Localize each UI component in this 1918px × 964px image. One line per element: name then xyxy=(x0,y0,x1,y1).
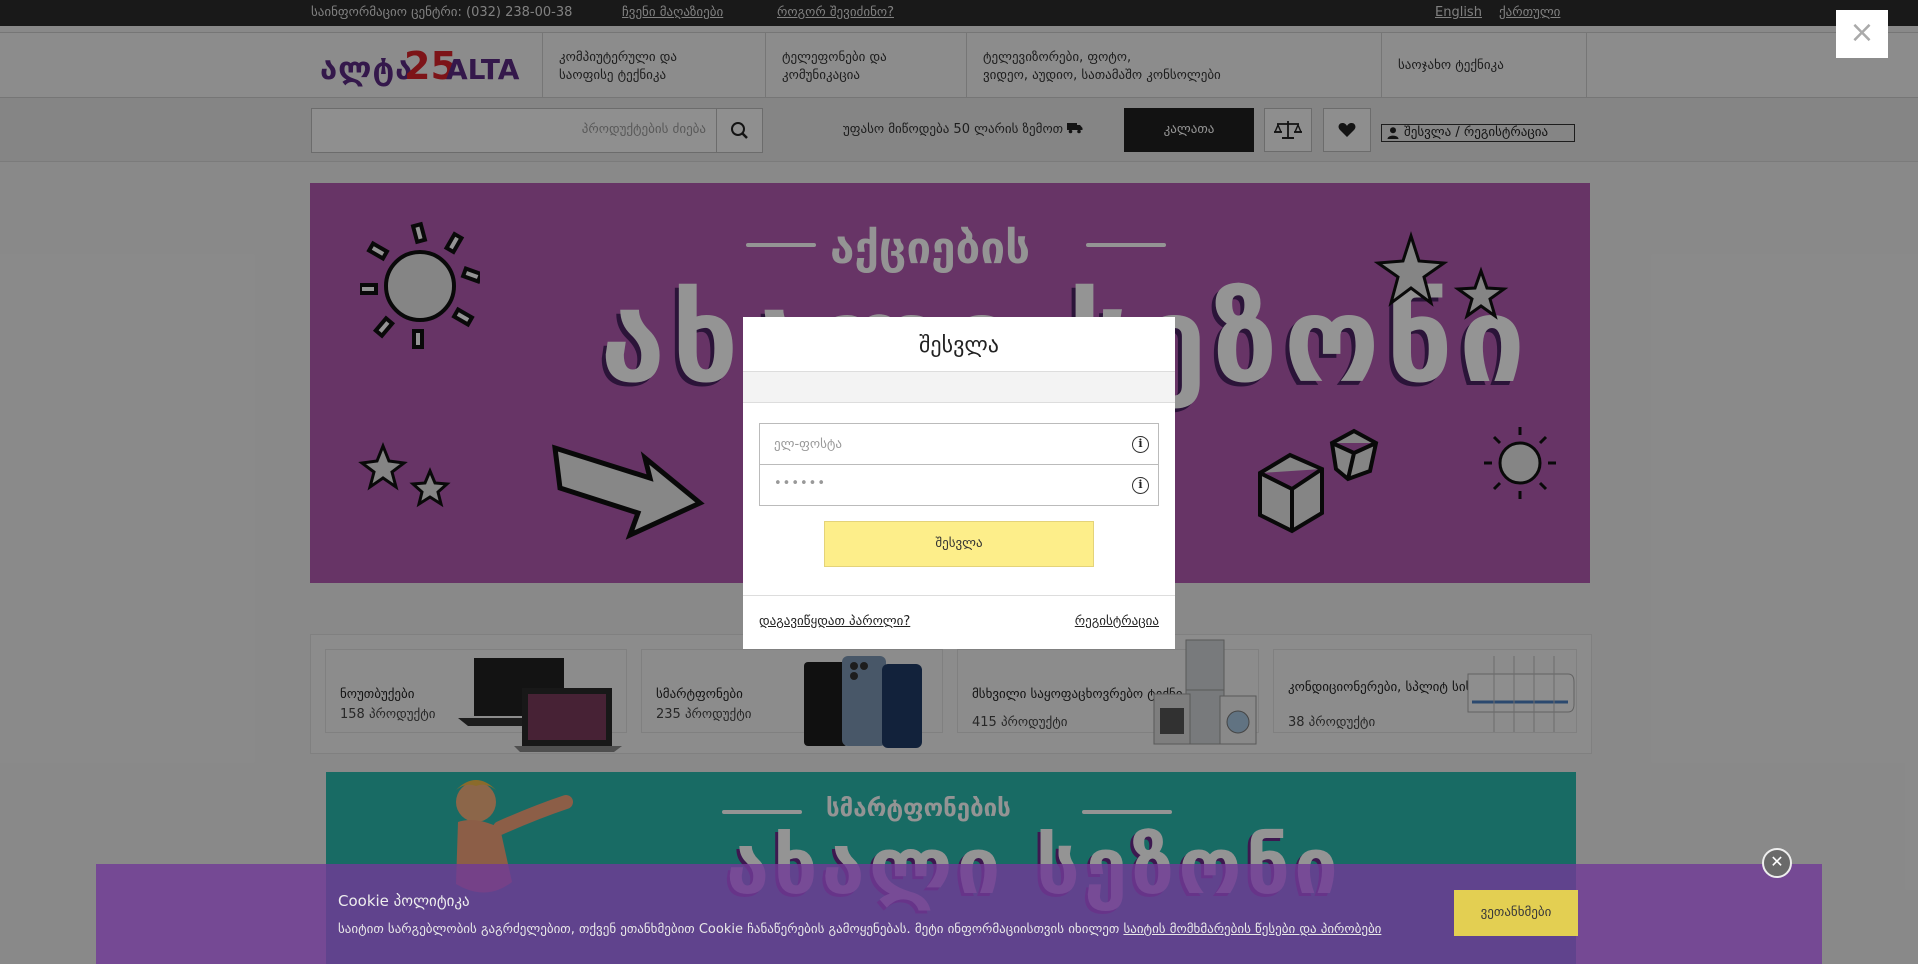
register-link[interactable]: რეგისტრაცია xyxy=(1075,614,1159,629)
cookie-close-button[interactable]: ✕ xyxy=(1762,848,1792,878)
login-modal-title: შესვლა xyxy=(919,333,999,358)
close-icon: × xyxy=(1849,15,1875,50)
login-modal: შესვლა ელ-ფოსტა i •••••• i შესვლა დაგავი… xyxy=(743,317,1175,649)
password-field[interactable]: •••••• i xyxy=(759,464,1159,506)
cookie-consent-bar: Cookie პოლიტიკა საიტით სარგებლობის გაგრძ… xyxy=(96,848,1822,964)
cookie-accept-button[interactable]: ვეთანხმები xyxy=(1454,890,1578,936)
forgot-password-link[interactable]: დაგავიწყდათ პაროლი? xyxy=(759,614,910,629)
close-icon: ✕ xyxy=(1770,852,1784,871)
email-info-icon[interactable]: i xyxy=(1132,436,1149,453)
cookie-text: საიტით სარგებლობის გაგრძელებით, თქვენ ეთ… xyxy=(338,922,1381,937)
password-info-icon[interactable]: i xyxy=(1132,477,1149,494)
close-modal-button[interactable]: × xyxy=(1836,10,1888,58)
email-field[interactable]: ელ-ფოსტა i xyxy=(759,423,1159,465)
login-modal-divider-band xyxy=(743,371,1175,403)
cookie-title: Cookie პოლიტიკა xyxy=(338,892,470,910)
password-masked-value: •••••• xyxy=(774,476,827,491)
login-submit-button[interactable]: შესვლა xyxy=(824,521,1094,567)
email-placeholder: ელ-ფოსტა xyxy=(774,437,842,452)
cookie-body-text: საიტით სარგებლობის გაგრძელებით, თქვენ ეთ… xyxy=(338,922,1120,937)
login-modal-footer: დაგავიწყდათ პაროლი? რეგისტრაცია xyxy=(743,595,1175,649)
cookie-terms-link[interactable]: საიტის მომხმარების წესები და პირობები xyxy=(1123,922,1381,937)
